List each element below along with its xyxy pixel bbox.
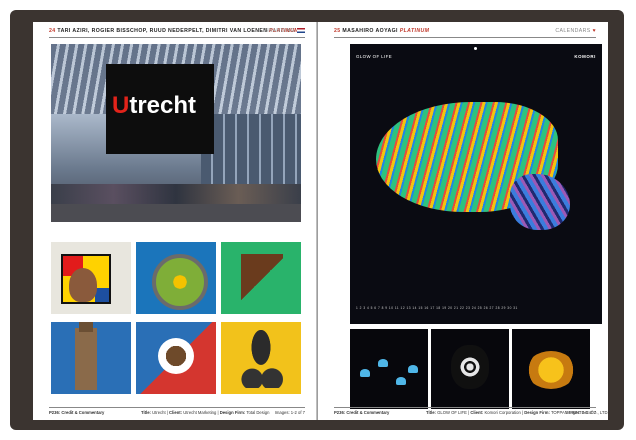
designer-names: TARI AZIRI, ROGIER BISSCHOP, RUUD NEDERP… [57,28,268,34]
cup-icon [158,338,194,374]
bicycle-wheel-image [136,242,216,314]
category-label: CALENDARS ♥ [555,28,596,34]
jellyfish-icon [360,369,370,377]
tower-icon [75,322,97,390]
netherlands-flag-icon [297,28,305,34]
credit-ref: P236: Credit & Commentary [49,410,105,415]
page-number: 25 [334,28,341,34]
image-count: Images: 1-4 of 7 [565,410,596,415]
station-floor [51,204,301,222]
right-page: 25 MASAHIRO AOYAGI PLATINUM CALENDARS ♥ … [318,22,609,420]
category-text: BRANDING [264,28,296,34]
coffee-cup-image [136,322,216,394]
spotted-fish-calendar-thumb [431,329,509,409]
wrasse-fish-fin [510,174,570,230]
mondrian-portrait-image [51,242,131,314]
dom-tower-image [51,322,131,394]
utrecht-station-photo: Utrecht [51,44,301,222]
right-page-header: 25 MASAHIRO AOYAGI PLATINUM CALENDARS ♥ [334,28,596,38]
spotted-fish-icon [451,345,489,389]
credit-ref: P236: Credit & Commentary [334,410,390,415]
calendar-title: GLOW OF LIFE [356,54,393,59]
calendar-main-image: GLOW OF LIFE KOMORI 1 2 3 4 5 6 7 8 9 10… [350,44,602,324]
calendar-days: 1 2 3 4 5 6 7 8 9 10 11 12 13 14 15 16 1… [356,306,518,310]
portrait-head [69,268,97,302]
award-level: PLATINUM [399,28,430,34]
golden-creature-calendar-thumb [512,329,590,409]
left-page-header: 24 TARI AZIRI, ROGIER BISSCHOP, RUUD NED… [49,28,305,38]
hang-hole-icon [474,47,477,50]
credit-line: Title: Utrecht | Client: Utrecht Marketi… [141,410,270,415]
utrecht-sign: Utrecht [106,64,214,154]
header-rule [334,37,596,38]
branding-image-grid [51,242,301,394]
heart-icon: ♥ [592,28,596,34]
wheel-icon [152,254,208,310]
calendar-brand: KOMORI [574,54,596,59]
bag-icon [241,254,283,304]
station-glass-facade [201,114,301,194]
golden-creature-icon [526,351,576,389]
jellyfish-calendar-thumb [350,329,428,409]
shopping-bag-image [221,242,301,314]
cyclist-image [221,322,301,394]
category-text: CALENDARS [555,28,591,34]
designer-names: MASAHIRO AOYAGI [342,28,398,34]
page-number: 24 [49,28,56,34]
header-rule [49,37,305,38]
image-count: Images: 1-2 of 7 [274,410,305,415]
left-page: 24 TARI AZIRI, ROGIER BISSCHOP, RUUD NED… [33,22,317,420]
cyclist-icon [239,330,283,388]
category-label: BRANDING [265,28,305,34]
utrecht-sign-text: Utrecht [112,92,197,119]
jellyfish-icon [378,359,388,367]
jellyfish-icon [408,365,418,373]
jellyfish-icon [396,377,406,385]
